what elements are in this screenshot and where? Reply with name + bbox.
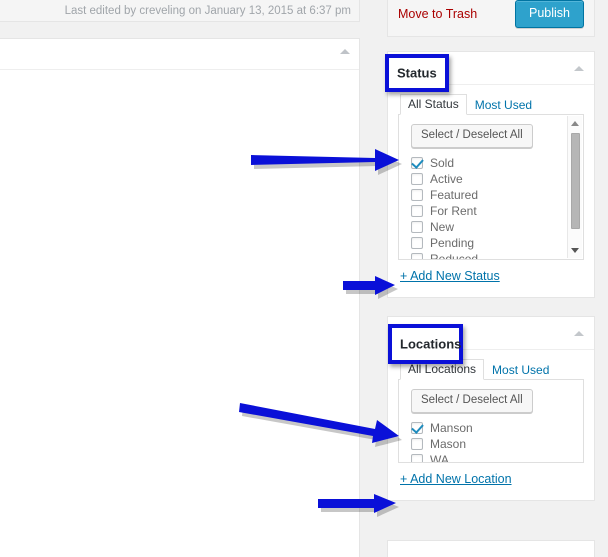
list-item[interactable]: Mason [411, 436, 583, 452]
locations-checklist: Manson Mason WA [399, 420, 583, 462]
caret-up-icon[interactable] [574, 331, 584, 336]
panel-header-row [0, 39, 359, 70]
caret-up-icon[interactable] [340, 49, 350, 54]
list-item[interactable]: Featured [411, 187, 583, 203]
caret-up-icon[interactable] [571, 121, 579, 126]
checkbox-manson[interactable] [411, 421, 423, 434]
checkbox-active[interactable] [411, 172, 423, 185]
scrollbar-thumb[interactable] [571, 133, 580, 229]
checkbox-label[interactable]: Mason [430, 436, 466, 452]
editor-left-column: Last edited by creveling on January 13, … [0, 0, 370, 557]
highlight-box-locations-label: Locations [400, 336, 462, 352]
list-item[interactable]: Manson [411, 420, 583, 436]
list-item[interactable]: For Rent [411, 203, 583, 219]
checkbox-label[interactable]: For Rent [430, 203, 477, 219]
checkbox-label[interactable]: Pending [430, 235, 474, 251]
checkbox-label[interactable]: Active [430, 171, 463, 187]
checkbox-mason[interactable] [411, 437, 423, 450]
status-select-deselect-all-button[interactable]: Select / Deselect All [411, 124, 533, 148]
checkbox-wa[interactable] [411, 453, 423, 462]
list-item[interactable]: WA [411, 452, 583, 462]
status-metabox-body: All Status Most Used Select / Deselect A… [388, 85, 594, 297]
checkbox-featured[interactable] [411, 188, 423, 201]
wordpress-post-editor-screen: Last edited by creveling on January 13, … [0, 0, 608, 557]
publish-button[interactable]: Publish [515, 0, 584, 28]
checkbox-label[interactable]: WA [430, 452, 449, 462]
publish-metabox: Move to Trash Publish [387, 0, 595, 37]
locations-select-deselect-all-button[interactable]: Select / Deselect All [411, 389, 533, 413]
highlight-box-status: Status [385, 54, 449, 92]
checkbox-reduced[interactable] [411, 252, 423, 259]
checkbox-pending[interactable] [411, 236, 423, 249]
add-new-status-link[interactable]: + Add New Status [400, 269, 500, 283]
editor-custom-fields-panel [0, 38, 360, 557]
checkbox-sold[interactable] [411, 156, 423, 169]
caret-up-icon[interactable] [574, 66, 584, 71]
checkbox-for-rent[interactable] [411, 204, 423, 217]
list-item[interactable]: Pending [411, 235, 583, 251]
publish-actions-row: Move to Trash Publish [388, 0, 594, 36]
status-checklist-container: Select / Deselect All Sold Active Featur… [398, 115, 584, 260]
list-item[interactable]: New [411, 219, 583, 235]
add-new-location-link[interactable]: + Add New Location [400, 472, 512, 486]
last-edited-status-bar: Last edited by creveling on January 13, … [0, 0, 360, 22]
caret-down-icon[interactable] [571, 248, 579, 253]
move-to-trash-link[interactable]: Move to Trash [398, 7, 477, 21]
checkbox-label[interactable]: Sold [430, 155, 454, 171]
highlight-box-status-label: Status [397, 65, 437, 81]
list-item[interactable]: Active [411, 171, 583, 187]
tab-most-used-locations[interactable]: Most Used [484, 360, 557, 380]
status-tabs: All Status Most Used [398, 93, 584, 115]
checkbox-label[interactable]: Featured [430, 187, 478, 203]
locations-checklist-container: Select / Deselect All Manson Mason WA [398, 380, 584, 463]
locations-metabox-body: All Locations Most Used Select / Deselec… [388, 350, 594, 500]
status-list-scrollbar[interactable] [567, 116, 582, 258]
status-checklist: Sold Active Featured For Rent New Pendin… [399, 155, 583, 259]
list-item[interactable]: Sold [411, 155, 583, 171]
tab-most-used-status[interactable]: Most Used [467, 95, 540, 115]
checkbox-label[interactable]: Manson [430, 420, 473, 436]
highlight-box-locations: Locations [388, 324, 463, 364]
tab-all-status[interactable]: All Status [400, 94, 467, 115]
checkbox-label[interactable]: Reduced [430, 251, 478, 259]
checkbox-label[interactable]: New [430, 219, 454, 235]
next-metabox-partial [387, 540, 595, 557]
list-item[interactable]: Reduced [411, 251, 583, 259]
checkbox-new[interactable] [411, 220, 423, 233]
